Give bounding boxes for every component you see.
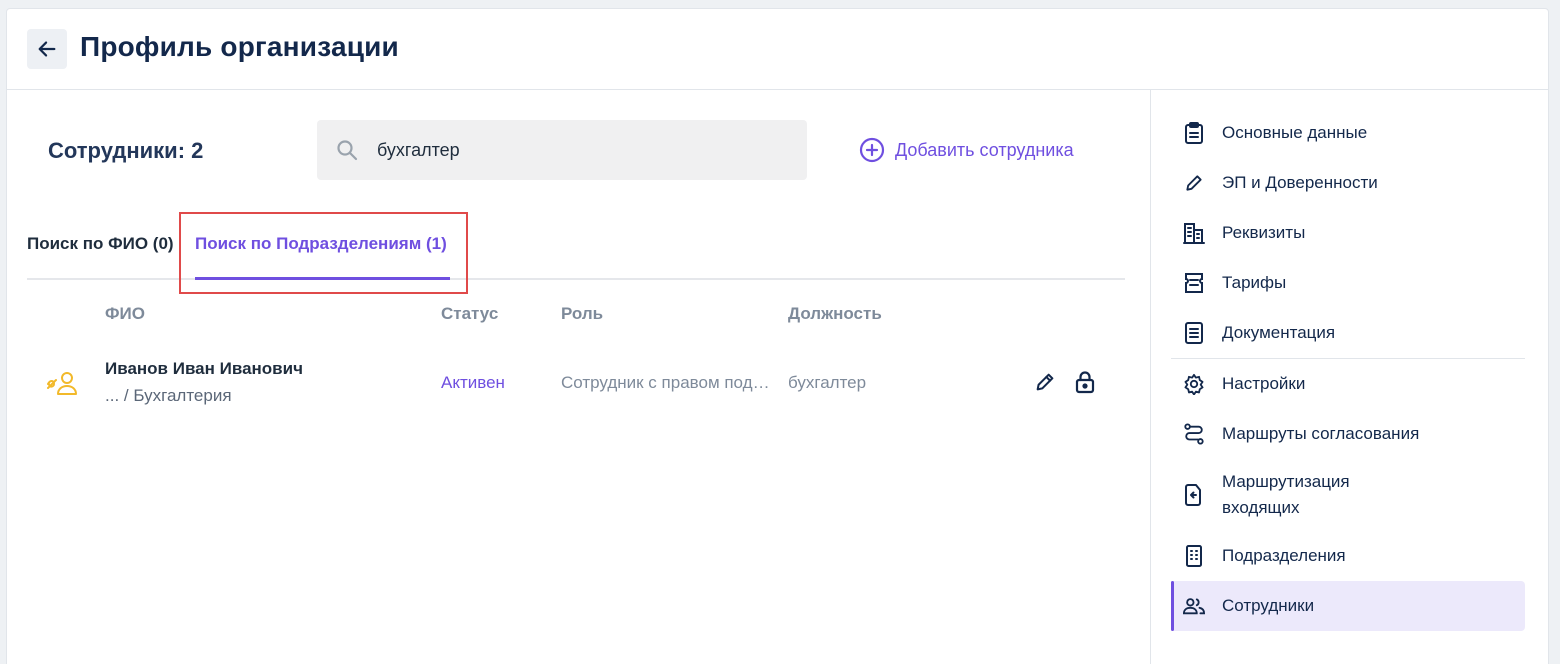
tab-search-by-name[interactable]: Поиск по ФИО (0) xyxy=(27,234,174,254)
profile-menu: Основные данные ЭП и Доверенности Реквиз… xyxy=(1171,108,1525,631)
edit-employee-button[interactable] xyxy=(1032,369,1058,395)
sidebar-item-label: Тарифы xyxy=(1222,273,1287,292)
office-building-icon xyxy=(1183,545,1205,567)
ticket-icon xyxy=(1183,272,1205,294)
sidebar-item-label: Маршруты согласования xyxy=(1222,424,1420,443)
sidebar-item-departments[interactable]: Подразделения xyxy=(1171,531,1525,581)
arrow-left-icon xyxy=(38,41,56,57)
pencil-icon xyxy=(1183,172,1205,194)
sidebar-item-label: Реквизиты xyxy=(1222,223,1306,242)
employee-role: Сотрудник с правом подписи xyxy=(561,373,775,392)
user-signature-icon xyxy=(47,372,77,395)
employee-department-path: ... / Бухгалтерия xyxy=(105,386,232,405)
column-header-status: Статус xyxy=(441,304,499,323)
organization-profile-card: Профиль организации Сотрудники: 2 Добави… xyxy=(6,8,1549,664)
sidebar-item-settings[interactable]: Настройки xyxy=(1171,359,1525,409)
sidebar-item-signatures[interactable]: ЭП и Доверенности xyxy=(1171,158,1525,208)
plus-circle-icon xyxy=(859,137,885,163)
sidebar-item-label: Основные данные xyxy=(1222,123,1368,142)
gear-icon xyxy=(1183,373,1205,395)
sidebar-item-label: Настройки xyxy=(1222,374,1306,393)
inbox-import-icon xyxy=(1183,484,1205,506)
clipboard-icon xyxy=(1183,122,1205,144)
pencil-icon xyxy=(1036,373,1054,391)
employees-count: Сотрудники: 2 xyxy=(48,138,204,163)
lock-employee-button[interactable] xyxy=(1072,369,1098,395)
search-icon xyxy=(337,140,358,161)
add-employee-label: Добавить сотрудника xyxy=(895,139,1074,160)
add-employee-button[interactable]: Добавить сотрудника xyxy=(859,137,1074,163)
employee-position: бухгалтер xyxy=(788,373,867,392)
sidebar-item-documentation[interactable]: Документация xyxy=(1171,308,1525,358)
sidebar-item-tariffs[interactable]: Тарифы xyxy=(1171,258,1525,308)
users-icon xyxy=(1183,595,1205,617)
sidebar-item-label: ЭП и Доверенности xyxy=(1222,173,1378,192)
back-button[interactable] xyxy=(27,29,67,69)
employee-status: Активен xyxy=(441,373,505,392)
sidebar-item-incoming-routing[interactable]: Маршрутизация входящих xyxy=(1171,459,1525,531)
page-header: Профиль организации xyxy=(7,9,1548,90)
column-header-position: Должность xyxy=(788,304,882,323)
sidebar-item-approval-routes[interactable]: Маршруты согласования xyxy=(1171,409,1525,459)
column-header-role: Роль xyxy=(561,304,604,323)
sidebar-item-requisites[interactable]: Реквизиты xyxy=(1171,208,1525,258)
sidebar-item-label: Документация xyxy=(1222,323,1336,342)
document-icon xyxy=(1183,322,1205,344)
sidebar-item-employees[interactable]: Сотрудники xyxy=(1171,581,1525,631)
sidebar-item-label: Подразделения xyxy=(1222,546,1346,565)
highlight-annotation xyxy=(179,212,468,294)
sidebar-item-label: Сотрудники xyxy=(1222,596,1315,615)
lock-icon xyxy=(1075,371,1095,394)
building-icon xyxy=(1183,222,1205,244)
sidebar-item-label: Маршрутизация входящих xyxy=(1222,472,1350,517)
profile-sidebar: Основные данные ЭП и Доверенности Реквиз… xyxy=(1150,90,1550,664)
search-input[interactable] xyxy=(377,139,777,161)
column-header-name: ФИО xyxy=(105,304,145,323)
page-title: Профиль организации xyxy=(80,31,399,62)
route-icon xyxy=(1183,423,1205,445)
employee-name[interactable]: Иванов Иван Иванович xyxy=(105,359,303,379)
employee-search[interactable] xyxy=(317,120,807,180)
sidebar-item-main-data[interactable]: Основные данные xyxy=(1171,108,1525,158)
